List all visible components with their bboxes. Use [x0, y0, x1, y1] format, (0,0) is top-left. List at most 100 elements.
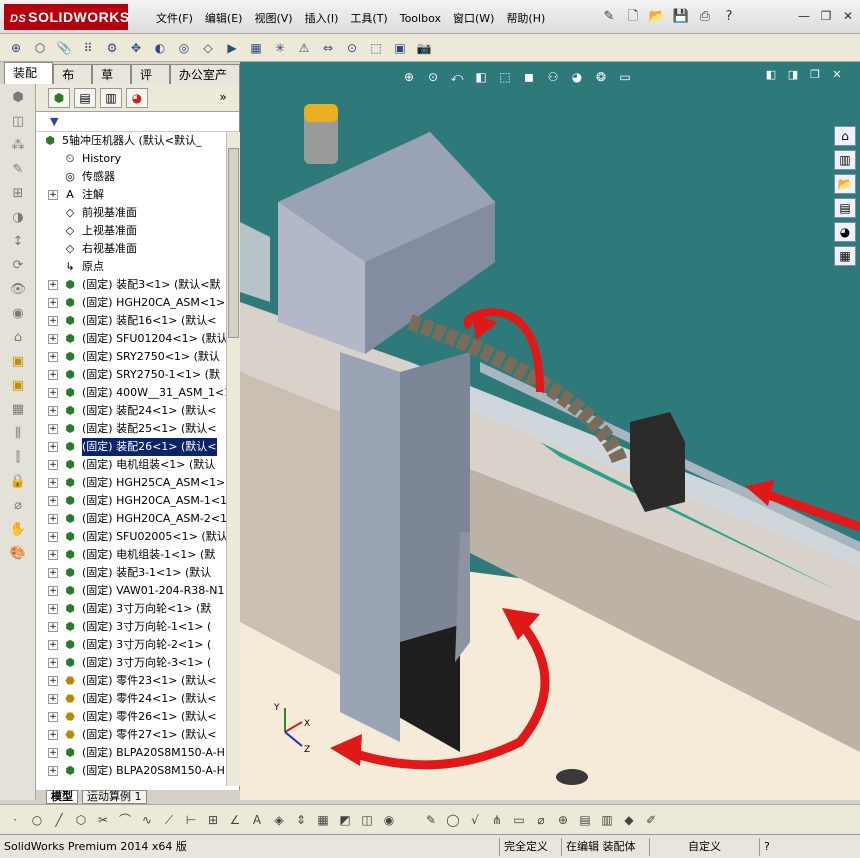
expand-toggle-icon[interactable]: + [48, 370, 58, 380]
tree-item-12[interactable]: + ⬢ (固定) SRY2750-1<1> (默 [36, 366, 226, 384]
tab-sketch[interactable]: 草图 [92, 64, 131, 102]
lock-icon[interactable]: 🔒 [8, 472, 28, 492]
tree-item-13[interactable]: + ⬢ (固定) 400W__31_ASM_1<1 [36, 384, 226, 402]
expand-toggle-icon[interactable]: + [48, 298, 58, 308]
expand-toggle-icon[interactable]: + [48, 460, 58, 470]
edit-appearance-icon[interactable]: ◕ [568, 68, 586, 86]
tree-item-20[interactable]: + ⬢ (固定) HGH20CA_ASM-2<1> [36, 510, 226, 528]
tree-item-33[interactable]: + ⬢ (固定) BLPA20S8M150-A-H [36, 744, 226, 762]
expand-toggle-icon[interactable]: + [48, 352, 58, 362]
tree-item-10[interactable]: + ⬢ (固定) SFU01204<1> (默认 [36, 330, 226, 348]
expand-toggle-icon[interactable]: + [48, 424, 58, 434]
display-style-icon[interactable]: ◼ [520, 68, 538, 86]
expand-toggle-icon[interactable]: + [48, 190, 58, 200]
scene-icon[interactable]: ❂ [592, 68, 610, 86]
file-explorer-icon[interactable]: 📂 [834, 174, 856, 194]
viewport-restore-icon[interactable]: ❐ [808, 68, 822, 82]
tree-item-7[interactable]: + ⬢ (固定) 装配3<1> (默认<默 [36, 276, 226, 294]
expand-toggle-icon[interactable]: + [48, 442, 58, 452]
iso-view-icon[interactable]: ◩ [336, 811, 354, 829]
tab-assembly[interactable]: 装配体 [4, 62, 54, 100]
view-orientation-icon[interactable]: ⬚ [496, 68, 514, 86]
solidworks-logo[interactable]: DS SOLIDWORKS [4, 4, 129, 30]
arc-icon[interactable]: ⌒ [116, 811, 134, 829]
tree-item-32[interactable]: + ⬣ (固定) 零件27<1> (默认< [36, 726, 226, 744]
tree-item-31[interactable]: + ⬣ (固定) 零件26<1> (默认< [36, 708, 226, 726]
menu-window[interactable]: 窗口(W) [447, 10, 500, 28]
tree-item-5[interactable]: ◇ 右视基准面 [36, 240, 226, 258]
linear-pattern-icon[interactable]: ⠿ [78, 38, 98, 58]
configuration-manager-tab-icon[interactable]: ▥ [100, 87, 122, 108]
circle-icon[interactable]: ○ [28, 811, 46, 829]
yellow-box-2-icon[interactable]: ▣ [8, 376, 28, 396]
angle-icon[interactable]: ∠ [226, 811, 244, 829]
align-icon[interactable]: ⫼ [8, 424, 28, 444]
tree-item-1[interactable]: ◎ 传感器 [36, 168, 226, 186]
visibility-icon[interactable]: 👁 [8, 280, 28, 300]
text-icon[interactable]: A [248, 811, 266, 829]
hide-show-items-icon[interactable]: ⚇ [544, 68, 562, 86]
cube-icon[interactable]: ◈ [270, 811, 288, 829]
balloon-icon[interactable]: ◯ [444, 811, 462, 829]
menu-file[interactable]: 文件(F) [150, 10, 199, 28]
menu-insert[interactable]: 插入(I) [299, 10, 345, 28]
paint-icon[interactable]: 🎨 [8, 544, 28, 564]
mate-icon[interactable]: 📎 [54, 38, 74, 58]
tree-root[interactable]: ⬢ 5轴冲压机器人 (默认<默认_ [36, 132, 226, 150]
tab-motion-study[interactable]: 运动算例 1 [82, 790, 147, 804]
center-mark-icon[interactable]: ⊕ [554, 811, 572, 829]
menu-edit[interactable]: 编辑(E) [199, 10, 249, 28]
yellow-box-icon[interactable]: ▣ [8, 352, 28, 372]
tree-item-22[interactable]: + ⬢ (固定) 电机组装-1<1> (默 [36, 546, 226, 564]
mirror-icon[interactable]: ◫ [8, 112, 28, 132]
pen-icon[interactable]: ✐ [642, 811, 660, 829]
speedpak-icon[interactable]: ▣ [390, 38, 410, 58]
bom-icon[interactable]: ▦ [246, 38, 266, 58]
hide-show-icon[interactable]: ◑ [8, 208, 28, 228]
assembly-features-icon[interactable]: ◎ [174, 38, 194, 58]
spline-icon[interactable]: ∿ [138, 811, 156, 829]
instant3d-icon[interactable]: ⬚ [366, 38, 386, 58]
graphics-viewport[interactable]: Y X Z ⊕ ⊙ ⤺ ◧ ⬚ ◼ ⚇ ◕ ❂ ▭ ◧ ◨ ❐ ✕ ⌂ ▥ 📂 … [240, 62, 860, 800]
expand-toggle-icon[interactable]: + [48, 604, 58, 614]
mate-reference-icon[interactable]: ⊞ [8, 184, 28, 204]
help-status-icon[interactable]: ? [760, 838, 774, 856]
zoom-fit-icon[interactable]: ⊕ [400, 68, 418, 86]
line-icon[interactable]: ╱ [50, 811, 68, 829]
expand-toggle-icon[interactable]: + [48, 568, 58, 578]
tree-item-0[interactable]: ⏲ History [36, 150, 226, 168]
new-part-icon[interactable]: ⬡ [30, 38, 50, 58]
expand-toggle-icon[interactable]: + [48, 280, 58, 290]
tree-item-26[interactable]: + ⬢ (固定) 3寸万向轮-1<1> ( [36, 618, 226, 636]
polygon-icon[interactable]: ⬡ [72, 811, 90, 829]
tangent-icon[interactable]: ⟋ [160, 811, 178, 829]
tab-layout[interactable]: 布局 [53, 64, 93, 102]
rotate-icon[interactable]: ⟳ [8, 256, 28, 276]
point-icon[interactable]: · [6, 811, 24, 829]
expand-toggle-icon[interactable]: + [48, 658, 58, 668]
show-hidden-icon[interactable]: ◐ [150, 38, 170, 58]
view-palette-icon[interactable]: ▤ [834, 198, 856, 218]
minimize-icon[interactable]: — [796, 8, 812, 24]
hand-icon[interactable]: ✋ [8, 520, 28, 540]
menu-help[interactable]: 帮助(H) [500, 10, 551, 28]
expand-toggle-icon[interactable]: + [48, 334, 58, 344]
tree-item-19[interactable]: + ⬢ (固定) HGH20CA_ASM-1<1> [36, 492, 226, 510]
open-file-icon[interactable]: 📂 [648, 8, 666, 26]
clearance-icon[interactable]: ⇔ [318, 38, 338, 58]
table-icon[interactable]: ▦ [314, 811, 332, 829]
surface-finish-icon[interactable]: √ [466, 811, 484, 829]
component-icon[interactable]: ⬢ [8, 88, 28, 108]
tab-evaluate[interactable]: 评估 [131, 64, 170, 102]
hole-callout-icon[interactable]: ⌀ [532, 811, 550, 829]
camera-icon[interactable]: ◉ [380, 811, 398, 829]
stamp-icon[interactable]: ◆ [620, 811, 638, 829]
tree-item-6[interactable]: ↳ 原点 [36, 258, 226, 276]
expand-toggle-icon[interactable]: + [48, 640, 58, 650]
custom-properties-icon[interactable]: ▦ [834, 246, 856, 266]
expand-toggle-icon[interactable]: + [48, 748, 58, 758]
tree-item-16[interactable]: + ⬢ (固定) 装配26<1> (默认< [36, 438, 226, 456]
tree-item-21[interactable]: + ⬢ (固定) SFU02005<1> (默认 [36, 528, 226, 546]
grid-icon[interactable]: ▦ [8, 400, 28, 420]
move-icon[interactable]: ↕ [8, 232, 28, 252]
